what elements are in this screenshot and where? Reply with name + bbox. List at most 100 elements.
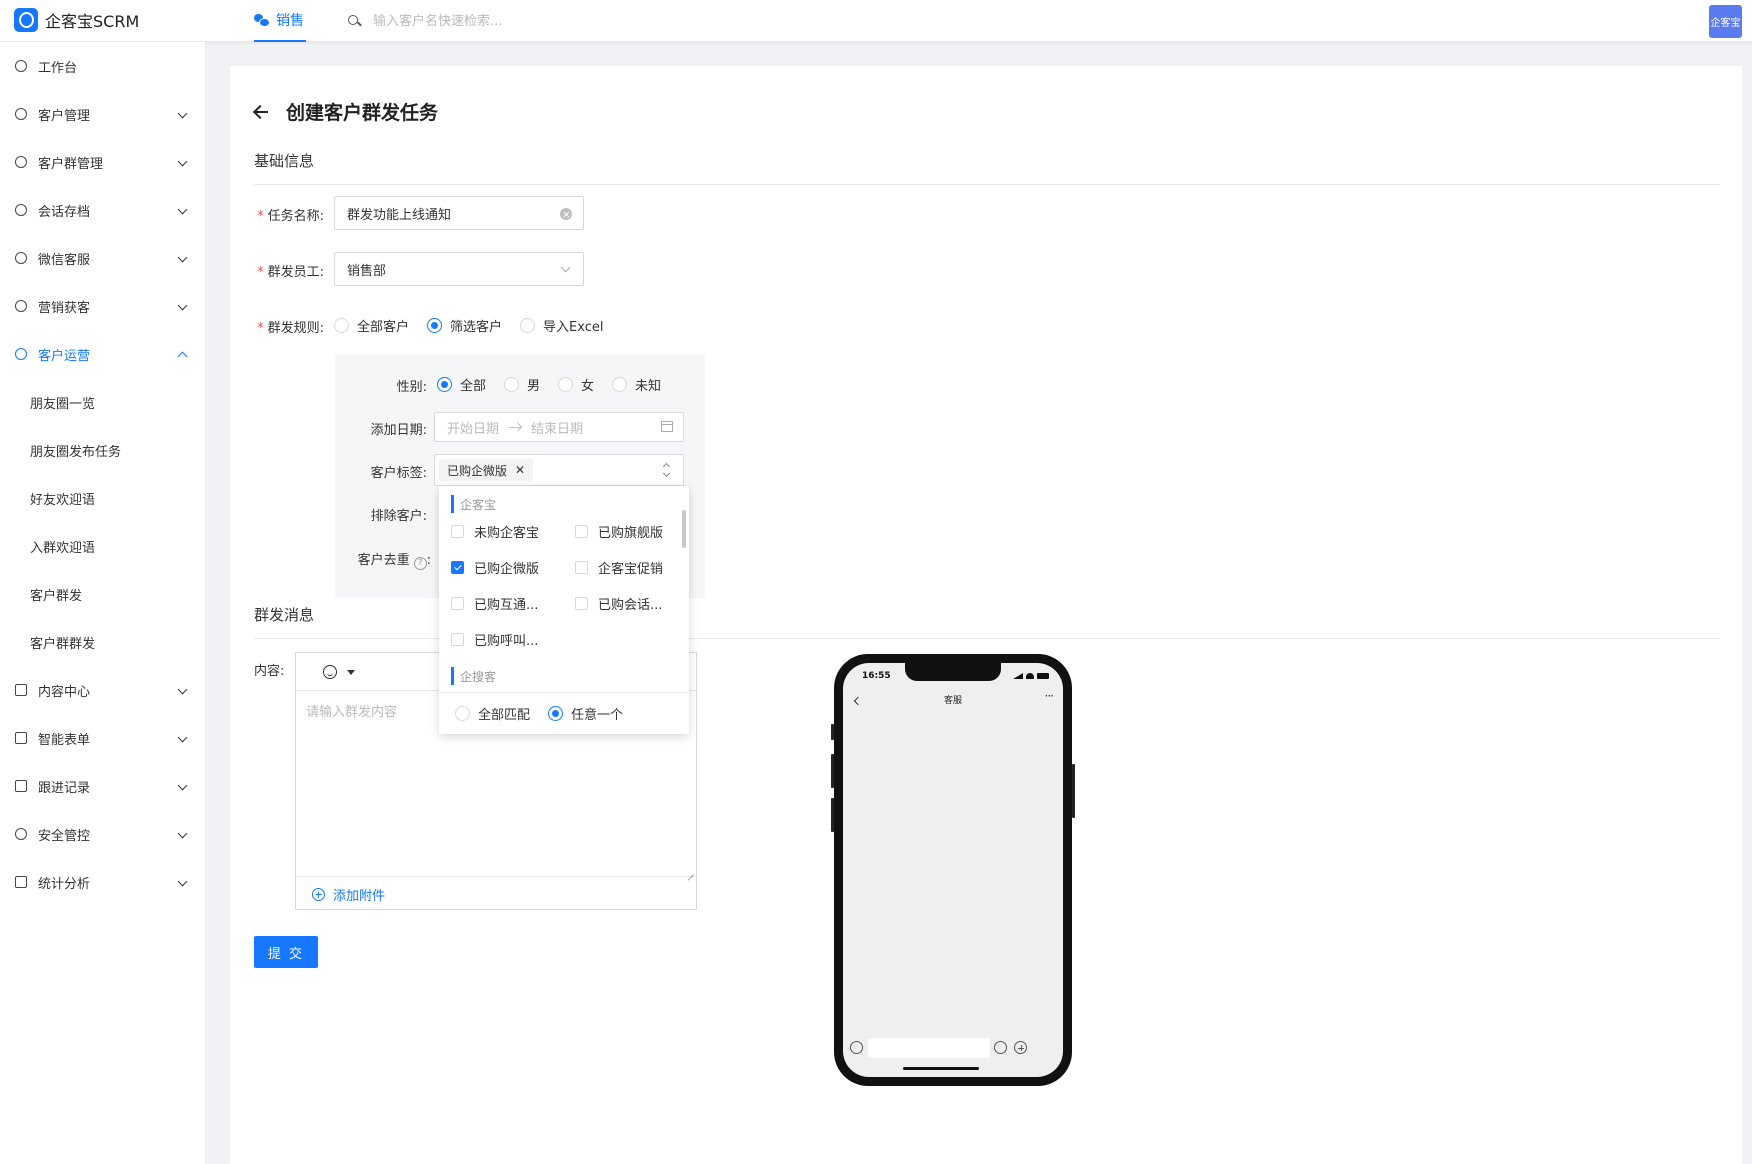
tag-option[interactable]: 已购企微版: [451, 558, 539, 577]
required-mark: *: [257, 209, 264, 224]
add-attachment-label: 添加附件: [333, 889, 386, 904]
sidebar-item-security[interactable]: 安全管控: [0, 816, 206, 852]
match-option-any[interactable]: 任意一个: [548, 704, 623, 723]
sidebar-item-customer-operation[interactable]: 客户运营: [0, 336, 206, 372]
tag-option[interactable]: 企客宝促销: [575, 558, 663, 577]
tab-sales[interactable]: 销售: [254, 0, 306, 42]
dashboard-icon: [14, 59, 28, 73]
radio-label: 筛选客户: [450, 320, 503, 335]
tag-group-header: 企客宝: [451, 495, 496, 513]
chevron-down-icon: [177, 300, 188, 311]
tag-select[interactable]: 已购企微版 ✕: [434, 454, 684, 486]
tag-option[interactable]: 未购企客宝: [451, 522, 539, 541]
logo-icon: [14, 8, 38, 32]
checkbox-icon: [451, 597, 464, 610]
sidebar-item-label: 统计分析: [38, 876, 91, 892]
sidebar-item-content-center[interactable]: 内容中心: [0, 672, 206, 708]
tag-option[interactable]: 已购会话...: [575, 594, 662, 613]
emoji-icon: [994, 1041, 1007, 1054]
date-start[interactable]: 开始日期: [447, 418, 499, 437]
caret-down-icon[interactable]: [347, 670, 355, 675]
sidebar-subitem-friend-welcome[interactable]: 好友欢迎语: [30, 483, 95, 513]
sidebar-subitem-moments-task[interactable]: 朋友圈发布任务: [30, 435, 121, 465]
search-icon[interactable]: [348, 14, 361, 28]
dropdown-scrollbar[interactable]: [682, 510, 686, 548]
app-title: 企客宝SCRM: [45, 12, 140, 31]
match-option-all[interactable]: 全部匹配: [455, 704, 530, 723]
chevron-down-icon: [177, 732, 188, 743]
sidebar-item-follow-up[interactable]: 跟进记录: [0, 768, 206, 804]
user-icon: [14, 107, 28, 121]
sidebar-subitem-group-welcome[interactable]: 入群欢迎语: [30, 531, 95, 561]
date-range-picker[interactable]: 开始日期 结束日期: [434, 412, 684, 442]
checkbox-checked-icon: [451, 561, 464, 574]
sidebar-item-label: 客户群管理: [38, 156, 104, 172]
chevron-down-icon: [177, 780, 188, 791]
search-input[interactable]: [373, 13, 613, 29]
resize-handle[interactable]: [686, 867, 694, 875]
back-arrow-icon[interactable]: [254, 105, 270, 119]
sidebar-item-marketing[interactable]: 营销获客: [0, 288, 206, 324]
sidebar-subitem-moments-list[interactable]: 朋友圈一览: [30, 387, 95, 417]
content-icon: [14, 683, 28, 697]
tag-option[interactable]: 已购呼叫...: [451, 630, 538, 649]
tag-label: 客户标签:: [370, 466, 427, 481]
emoji-icon[interactable]: [323, 665, 337, 679]
rule-option-all[interactable]: 全部客户: [334, 316, 409, 335]
tag-option[interactable]: 已购旗舰版: [575, 522, 663, 541]
gender-option-female[interactable]: 女: [558, 375, 594, 394]
radio-label: 任意一个: [571, 708, 624, 723]
sidebar-item-wechat-service[interactable]: 微信客服: [0, 240, 206, 276]
clear-icon[interactable]: [560, 208, 572, 220]
sidebar-item-label: 客户运营: [38, 348, 91, 364]
sidebar-item-label: 客户管理: [38, 108, 91, 124]
task-name-label-text: 任务名称:: [267, 209, 324, 224]
gender-option-all[interactable]: 全部: [437, 375, 486, 394]
radio-label: 全部: [460, 379, 487, 394]
sidebar-item-chat-archive[interactable]: 会话存档: [0, 192, 206, 228]
radio-icon: [455, 706, 470, 721]
chevron-down-icon: [177, 684, 188, 695]
phone-chat-input: [868, 1038, 990, 1058]
sidebar-item-smart-form[interactable]: 智能表单: [0, 720, 206, 756]
radio-checked-icon: [427, 318, 443, 333]
gender-option-unknown[interactable]: 未知: [612, 375, 661, 394]
phone-side-button: [1072, 764, 1075, 818]
radio-checked-icon: [548, 706, 564, 721]
add-attachment-button[interactable]: 添加附件: [312, 885, 385, 904]
sidebar-item-group-management[interactable]: 客户群管理: [0, 144, 206, 180]
date-end[interactable]: 结束日期: [531, 418, 583, 437]
tag-option-label: 企客宝促销: [598, 562, 664, 577]
staff-select[interactable]: 销售部: [334, 252, 584, 286]
checkbox-icon: [575, 525, 588, 538]
tag-dropdown: 企客宝 未购企客宝 已购旗舰版 已购企微版 企客宝促销 已购互通... 已购会话…: [439, 486, 689, 734]
dedupe-label-text: 客户去重: [357, 553, 410, 568]
sidebar-item-label: 跟进记录: [38, 780, 91, 796]
sidebar-item-dashboard[interactable]: 工作台: [0, 48, 206, 84]
rule-label: * 群发规则:: [254, 317, 324, 336]
close-icon[interactable]: ✕: [515, 463, 525, 477]
help-icon[interactable]: ?: [413, 557, 427, 570]
app-logo[interactable]: 企客宝SCRM: [14, 8, 139, 32]
tag-option[interactable]: 已购互通...: [451, 594, 538, 613]
content-label: 内容:: [254, 664, 285, 679]
user-avatar[interactable]: 企客宝: [1709, 5, 1742, 38]
task-name-label: * 任务名称:: [254, 205, 324, 224]
task-name-input[interactable]: 群发功能上线通知: [334, 196, 584, 230]
sidebar-subitem-group-broadcast[interactable]: 客户群群发: [30, 627, 95, 657]
chevron-down-icon: [177, 252, 188, 263]
sidebar-subitem-customer-broadcast[interactable]: 客户群发: [30, 579, 82, 609]
rule-option-filter[interactable]: 筛选客户: [427, 316, 502, 335]
sidebar-item-customer-management[interactable]: 客户管理: [0, 96, 206, 132]
submit-button[interactable]: 提 交: [254, 936, 318, 968]
form-icon: [14, 731, 28, 745]
radio-label: 全部客户: [357, 320, 410, 335]
chevron-up-icon: [177, 351, 188, 362]
calendar-icon: [661, 421, 673, 432]
phone-side-button: [831, 724, 834, 740]
tab-sales-label: 销售: [276, 13, 304, 29]
chevron-down-icon: [177, 108, 188, 119]
gender-option-male[interactable]: 男: [504, 375, 540, 394]
sidebar-item-analytics[interactable]: 统计分析: [0, 864, 206, 900]
rule-option-excel[interactable]: 导入Excel: [520, 316, 603, 335]
